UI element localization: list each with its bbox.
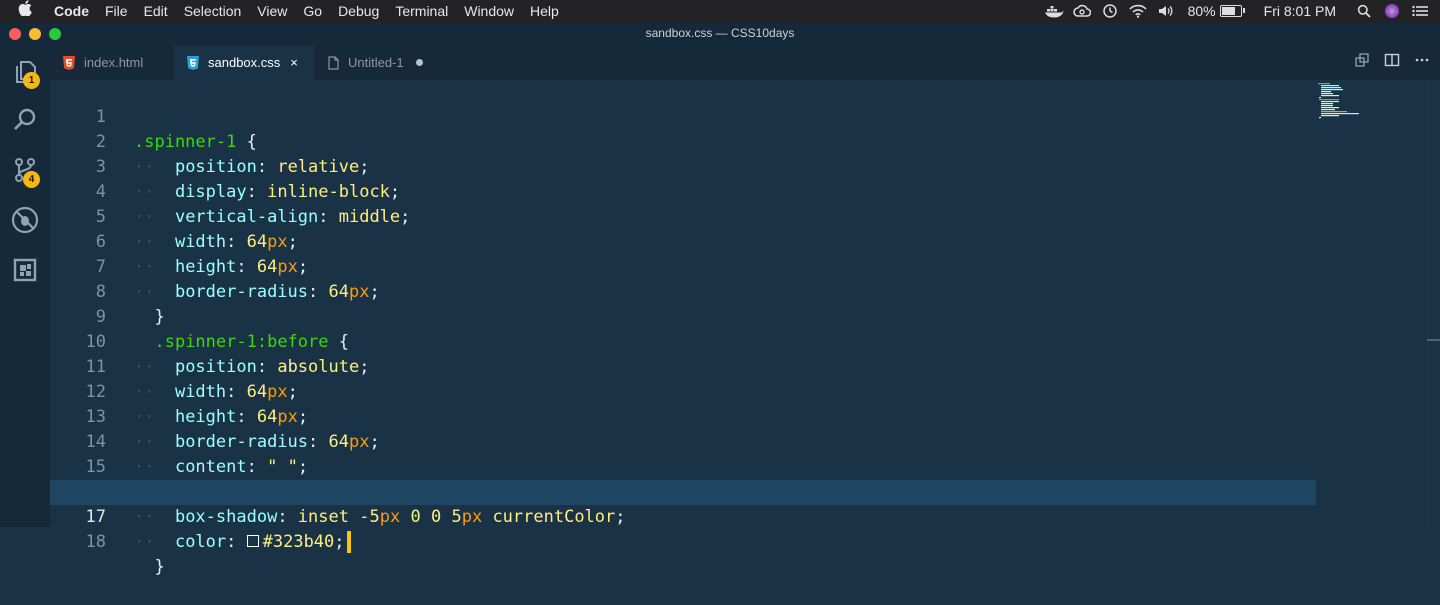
explorer-button[interactable]: 1 <box>0 47 50 97</box>
debug-button[interactable] <box>0 195 50 245</box>
tab-label: index.html <box>84 55 144 70</box>
css3-icon <box>186 55 200 70</box>
zoom-window-button[interactable] <box>49 28 61 40</box>
code-line[interactable]: 2 ·· position: relative; <box>50 105 1316 177</box>
tab-label: Untitled-1 <box>348 55 404 70</box>
volume-icon[interactable] <box>1152 0 1180 22</box>
closing-brace: } <box>154 557 165 577</box>
menu-terminal[interactable]: Terminal <box>387 0 456 22</box>
minimize-window-button[interactable] <box>29 28 41 40</box>
window-title: sandbox.css — CSS10days <box>645 26 795 40</box>
source-control-badge: 4 <box>23 171 40 188</box>
close-window-button[interactable] <box>9 28 21 40</box>
split-editor-icon[interactable] <box>1384 52 1400 73</box>
siri-icon[interactable] <box>1378 0 1406 22</box>
code-line-current[interactable]: 17 ·· color: #323b40; <box>50 480 1316 553</box>
code-line[interactable]: 18 } <box>50 505 1316 577</box>
unsaved-dot-icon[interactable] <box>415 59 423 66</box>
code-line[interactable]: 15 ·· clip: rect(0, 64px, 32px, 0); <box>50 430 1316 502</box>
code-line[interactable]: 11 ·· width: 64px; <box>50 330 1316 402</box>
line-number: 18 <box>85 532 106 552</box>
explorer-badge: 1 <box>23 72 40 89</box>
code-line[interactable]: 1 .spinner-1 { <box>50 80 1316 152</box>
search-icon <box>14 108 36 130</box>
notification-center-icon[interactable] <box>1406 0 1434 22</box>
tab-index-html[interactable]: index.html <box>50 45 174 80</box>
minimap[interactable] <box>1318 82 1378 122</box>
extensions-icon <box>13 258 37 282</box>
menu-go[interactable]: Go <box>295 0 330 22</box>
code-line[interactable]: 4 ·· vertical-align: middle; <box>50 155 1316 227</box>
file-icon <box>326 55 340 70</box>
code-line[interactable]: 10 ·· position: absolute; <box>50 305 1316 377</box>
extensions-button[interactable] <box>0 245 50 295</box>
overview-ruler-marker <box>1427 339 1440 341</box>
code-line[interactable]: 13 ·· border-radius: 64px; <box>50 380 1316 452</box>
code-line[interactable]: 6 ·· height: 64px; <box>50 205 1316 277</box>
editor-tab-bar: index.html sandbox.css × Untitled-1 <box>50 45 1440 80</box>
time-machine-icon[interactable] <box>1096 0 1124 22</box>
menu-help[interactable]: Help <box>522 0 567 22</box>
code-line[interactable]: 14 ·· content: " "; <box>50 405 1316 477</box>
punctuation: ; <box>334 532 345 552</box>
tab-label: sandbox.css <box>208 55 281 70</box>
menu-edit[interactable]: Edit <box>136 0 176 22</box>
docker-icon[interactable] <box>1040 0 1068 22</box>
window-titlebar: sandbox.css — CSS10days <box>0 22 1440 45</box>
menu-file[interactable]: File <box>97 0 136 22</box>
battery-icon <box>1219 5 1245 17</box>
search-button[interactable] <box>0 95 50 145</box>
code-line[interactable]: 3 ·· display: inline-block; <box>50 130 1316 202</box>
apple-menu-icon[interactable] <box>0 0 46 23</box>
code-editor[interactable]: 1 .spinner-1 { 2 ·· position: relative; … <box>50 80 1440 577</box>
menu-selection[interactable]: Selection <box>176 0 250 22</box>
macos-menubar: Code File Edit Selection View Go Debug T… <box>0 0 1440 22</box>
css-property: color <box>174 532 227 552</box>
source-control-button[interactable]: 4 <box>0 145 50 195</box>
wifi-icon[interactable] <box>1124 0 1152 22</box>
editor-actions <box>1354 45 1430 80</box>
more-actions-icon[interactable] <box>1414 52 1430 73</box>
activity-bar: 1 4 <box>0 45 50 527</box>
tab-sandbox-css[interactable]: sandbox.css × <box>174 45 314 80</box>
menu-view[interactable]: View <box>249 0 295 22</box>
tab-close-icon[interactable]: × <box>290 55 298 70</box>
menu-debug[interactable]: Debug <box>330 0 387 22</box>
creative-cloud-icon[interactable] <box>1068 0 1096 22</box>
battery-status[interactable]: 80% <box>1180 3 1250 19</box>
code-line[interactable]: 7 ·· border-radius: 64px; <box>50 230 1316 302</box>
battery-percent: 80% <box>1187 3 1216 19</box>
code-line[interactable]: 16 ·· box-shadow: inset -5px 0 0 5px cur… <box>50 455 1316 527</box>
spotlight-search-icon[interactable] <box>1350 0 1378 22</box>
debug-icon <box>11 206 39 234</box>
code-line[interactable]: 5 ·· width: 64px; <box>50 180 1316 252</box>
punctuation: : <box>226 532 247 552</box>
html5-icon <box>62 55 76 70</box>
menu-window[interactable]: Window <box>456 0 522 22</box>
code-line[interactable]: 9 .spinner-1:before { <box>50 280 1316 352</box>
code-line[interactable]: 8 } <box>50 255 1316 327</box>
code-line[interactable]: 12 ·· height: 64px; <box>50 355 1316 427</box>
vertical-scrollbar[interactable] <box>1427 80 1440 527</box>
clock[interactable]: Fri 8:01 PM <box>1250 0 1350 22</box>
menubar-status-area: 80% Fri 8:01 PM <box>1040 0 1440 22</box>
color-swatch-icon[interactable] <box>246 534 259 547</box>
css-color-value: #323b40 <box>262 532 335 552</box>
open-changes-icon[interactable] <box>1354 52 1370 73</box>
app-menu-code[interactable]: Code <box>46 0 97 22</box>
text-cursor <box>346 531 351 553</box>
tab-untitled-1[interactable]: Untitled-1 <box>314 45 444 80</box>
